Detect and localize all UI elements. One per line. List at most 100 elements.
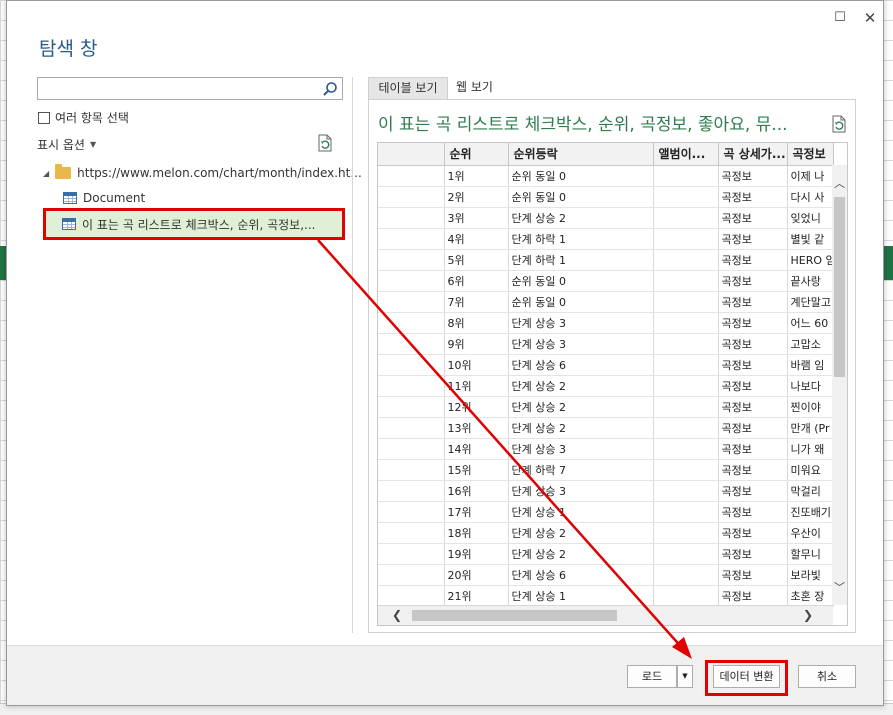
horizontal-scrollbar[interactable]: ❮ ❯ [378, 605, 833, 625]
table-cell: 10위 [444, 354, 509, 376]
refresh-icon[interactable] [831, 115, 847, 133]
table-row: 11위 단계 상승 2 곡정보 나보다 [378, 375, 834, 397]
multi-select-option[interactable]: 여러 항목 선택 [38, 109, 129, 126]
table-cell: 다시 사 [787, 186, 834, 208]
table-cell: 초혼 장 [787, 585, 834, 607]
table-cell: 끝사랑 [787, 270, 834, 292]
maximize-icon[interactable]: ☐ [833, 11, 847, 25]
table-cell: 곡정보 [718, 207, 788, 229]
chevron-left-icon[interactable]: ❮ [392, 608, 402, 622]
table-cell: 단계 상승 3 [508, 312, 654, 334]
transform-data-button[interactable]: 데이터 변환 [713, 665, 780, 688]
horizontal-scroll-thumb[interactable] [412, 610, 617, 621]
table-cell: 단계 상승 6 [508, 354, 654, 376]
table-cell: 곡정보 [718, 459, 788, 481]
chevron-right-icon[interactable]: ❯ [803, 608, 813, 622]
table-cell [653, 543, 719, 565]
table-cell: 별빛 같 [787, 228, 834, 250]
display-options-label: 표시 옵션 [37, 138, 85, 152]
table-cell [653, 480, 719, 502]
table-row: 15위 단계 하락 7 곡정보 미워요 [378, 459, 834, 481]
table-cell: 곡정보 [718, 291, 788, 313]
table-header-row: 순위 순위등락 앨범이... 곡 상세가... 곡정보 [378, 143, 834, 166]
column-header[interactable]: 순위 [444, 143, 509, 166]
multi-select-checkbox[interactable] [38, 111, 50, 124]
table-icon [63, 192, 77, 204]
table-cell [378, 354, 445, 376]
tab-table-view[interactable]: 테이블 보기 [368, 77, 448, 99]
data-grid[interactable]: 순위 순위등락 앨범이... 곡 상세가... 곡정보 1위 순위 동일 0 곡정보 이제 나… [377, 142, 848, 626]
vertical-scroll-thumb[interactable] [834, 197, 845, 377]
column-header[interactable]: 순위등락 [508, 143, 654, 166]
tree-item-url-label: https://www.melon.com/chart/month/index.… [77, 166, 362, 180]
refresh-icon[interactable] [317, 134, 333, 152]
display-options-dropdown[interactable]: 표시 옵션 ▼ [37, 136, 96, 153]
table-cell [378, 375, 445, 397]
table-cell [378, 228, 445, 250]
table-cell: 계단말고 [787, 291, 834, 313]
column-header[interactable]: 앨범이... [653, 143, 719, 166]
search-input[interactable] [37, 77, 343, 100]
table-cell: 단계 상승 2 [508, 375, 654, 397]
column-header[interactable]: 곡 상세가... [718, 143, 788, 166]
close-icon[interactable]: ✕ [863, 11, 877, 26]
load-button[interactable]: 로드 [627, 665, 677, 688]
table-row: 13위 단계 상승 2 곡정보 만개 (Pr [378, 417, 834, 439]
table-cell: 단계 상승 1 [508, 585, 654, 607]
table-cell: 9위 [444, 333, 509, 355]
table-cell: 16위 [444, 480, 509, 502]
table-cell: 우산이 [787, 522, 834, 544]
table-row: 5위 단계 하락 1 곡정보 HERO 임 [378, 249, 834, 271]
table-cell: 나보다 [787, 375, 834, 397]
table-cell [653, 375, 719, 397]
chevron-down-icon[interactable]: ﹀ [832, 579, 847, 594]
table-cell [653, 249, 719, 271]
column-header[interactable]: 곡정보 [787, 143, 834, 166]
table-cell: 5위 [444, 249, 509, 271]
table-cell: 곡정보 [718, 417, 788, 439]
table-cell: 18위 [444, 522, 509, 544]
table-cell: 단계 상승 2 [508, 207, 654, 229]
cancel-button[interactable]: 취소 [798, 665, 856, 688]
tree-item-document[interactable]: Document [63, 191, 145, 205]
chevron-down-icon: ▼ [89, 140, 97, 149]
table-cell: 곡정보 [718, 564, 788, 586]
table-cell [378, 186, 445, 208]
tab-web-view[interactable]: 웹 보기 [456, 77, 512, 99]
table-cell: 3위 [444, 207, 509, 229]
table-cell: 단계 상승 2 [508, 522, 654, 544]
table-row: 12위 단계 상승 2 곡정보 찐이야 [378, 396, 834, 418]
table-cell: 단계 하락 1 [508, 228, 654, 250]
chevron-up-icon[interactable]: ︿ [832, 175, 847, 190]
table-cell [653, 417, 719, 439]
vertical-scrollbar[interactable]: ︿ ﹀ [832, 165, 847, 605]
expander-icon[interactable]: ◢ [43, 169, 49, 178]
table-row: 21위 단계 상승 1 곡정보 초혼 장 [378, 585, 834, 607]
tree-item-document-label: Document [83, 191, 146, 205]
table-cell: 니가 왜 [787, 438, 834, 460]
load-options-chevron-icon[interactable]: ▼ [677, 665, 693, 688]
table-cell: 곡정보 [718, 270, 788, 292]
dialog-title: 탐색 창 [39, 38, 98, 60]
table-cell: 곡정보 [718, 438, 788, 460]
tree-item-url[interactable]: ◢ https://www.melon.com/chart/month/inde… [43, 164, 362, 180]
table-cell [653, 522, 719, 544]
table-cell: 순위 동일 0 [508, 186, 654, 208]
table-cell: 19위 [444, 543, 509, 565]
table-row: 16위 단계 상승 3 곡정보 막걸리 [378, 480, 834, 502]
column-header[interactable] [378, 143, 445, 166]
table-cell: 12위 [444, 396, 509, 418]
table-row: 18위 단계 상승 2 곡정보 우산이 [378, 522, 834, 544]
table-row: 19위 단계 상승 2 곡정보 할무니 [378, 543, 834, 565]
table-cell [378, 522, 445, 544]
table-cell [653, 312, 719, 334]
table-cell: 6위 [444, 270, 509, 292]
search-icon[interactable] [322, 81, 338, 97]
tree-item-song-table[interactable]: 이 표는 곡 리스트로 체크박스, 순위, 곡정보,... [43, 208, 345, 240]
table-cell [378, 270, 445, 292]
table-cell: 고맙소 [787, 333, 834, 355]
table-cell: 11위 [444, 375, 509, 397]
table-cell [378, 165, 445, 187]
table-cell [378, 333, 445, 355]
table-cell: 이제 나 [787, 165, 834, 187]
